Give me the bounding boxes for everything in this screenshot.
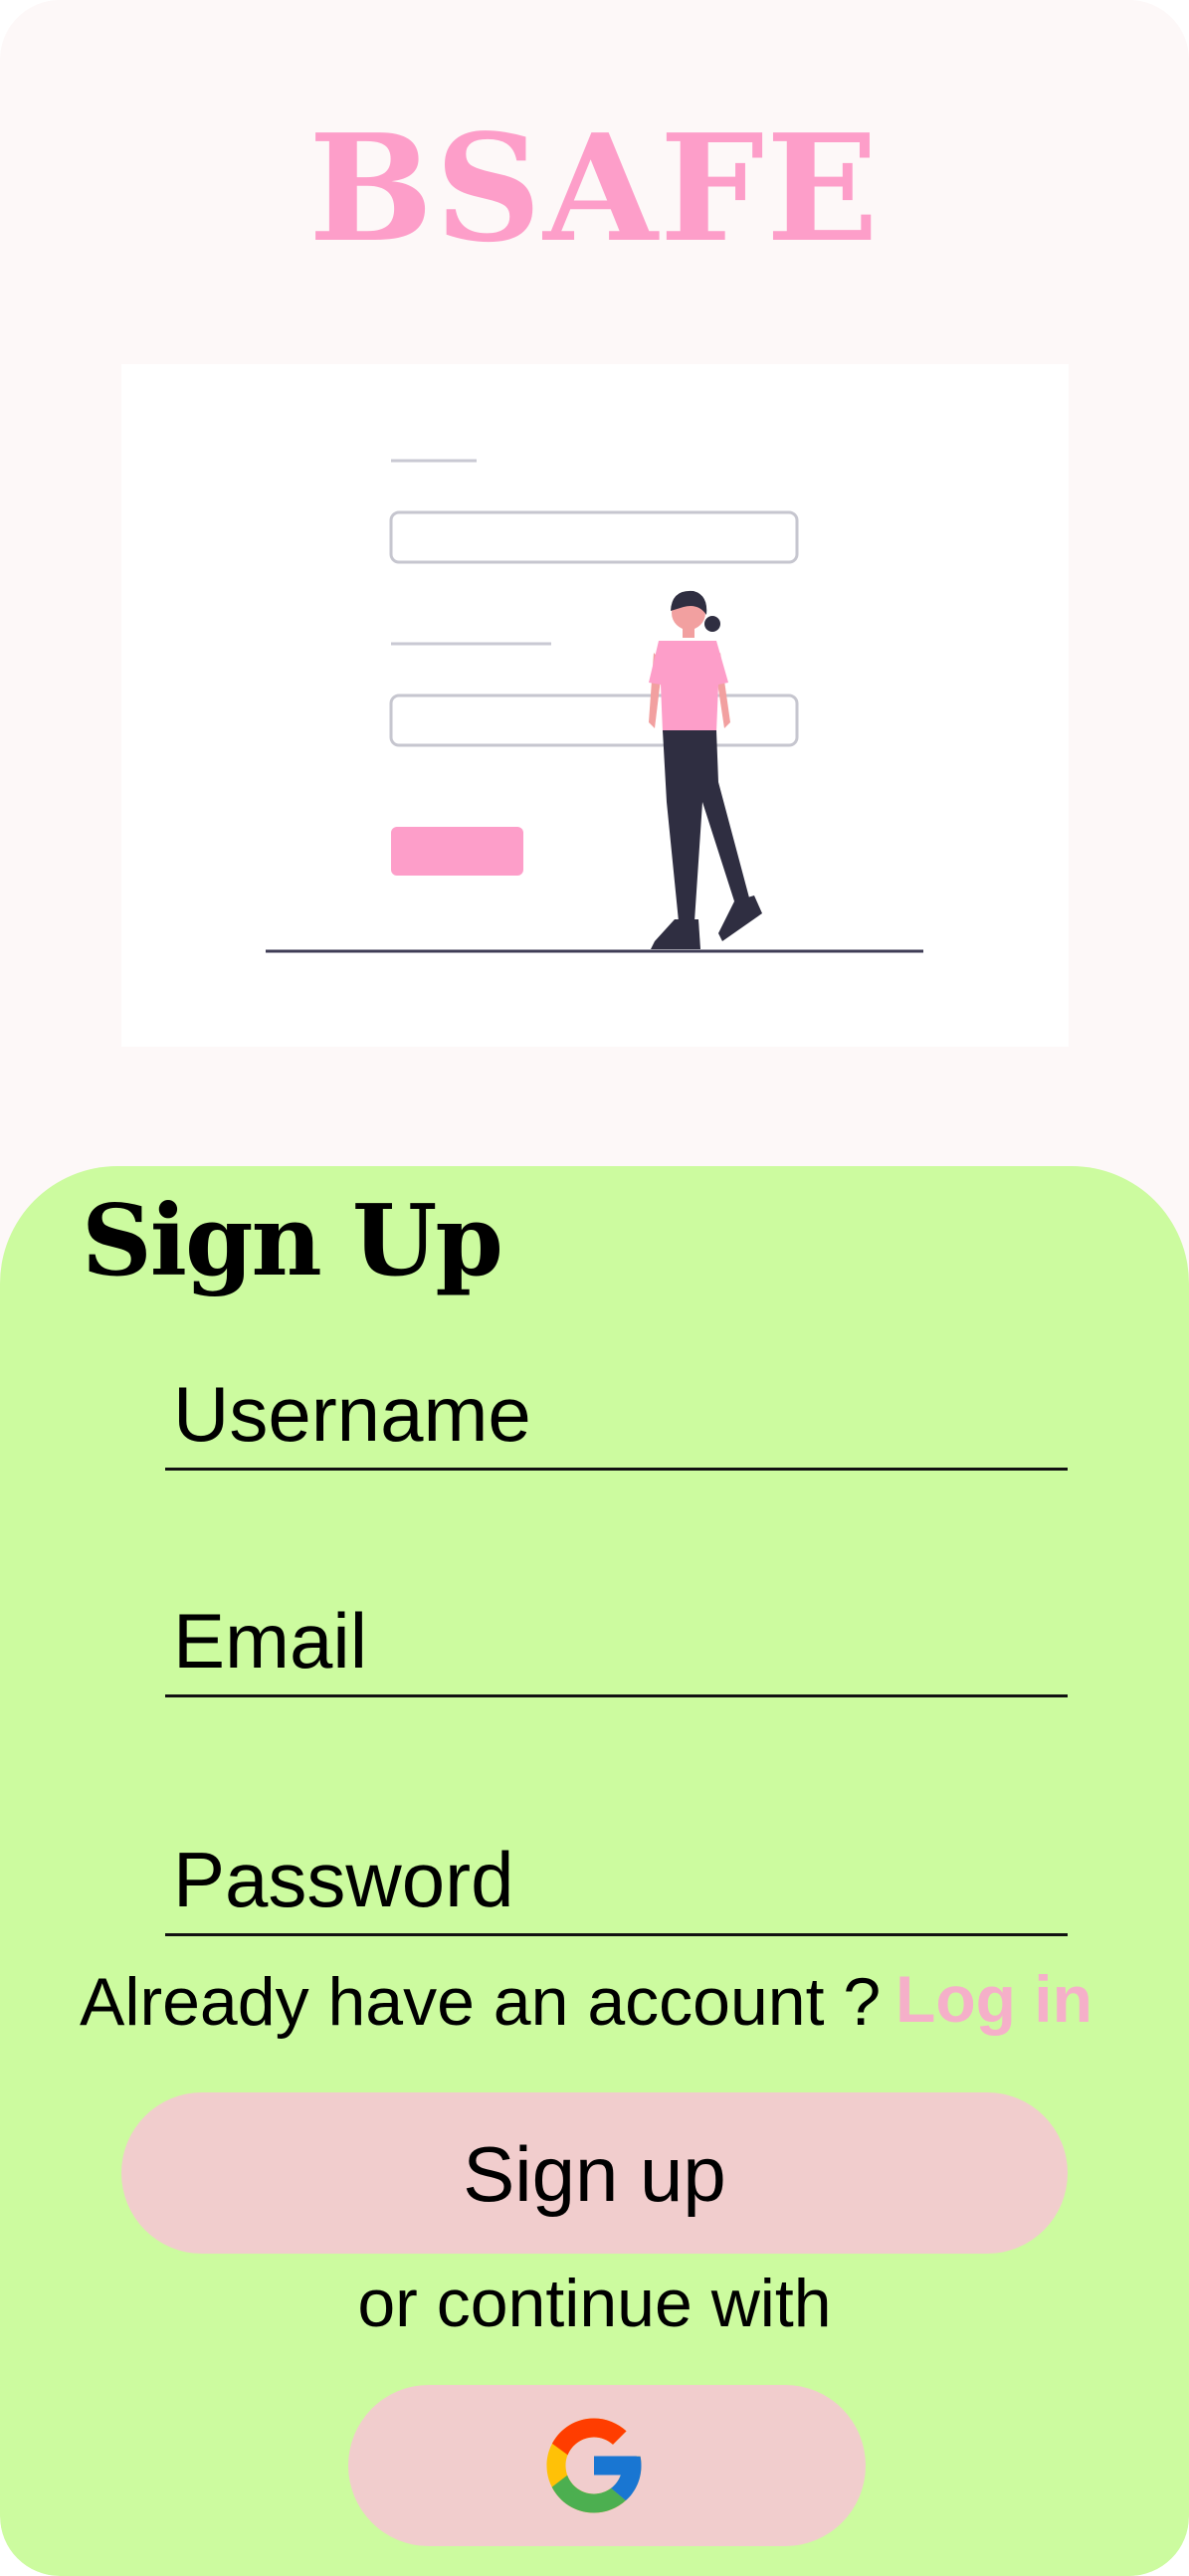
account-prompt: Already have an account ? xyxy=(80,1964,882,2040)
login-link[interactable]: Log in xyxy=(895,1960,1092,2039)
continue-with-text: or continue with xyxy=(357,2266,832,2341)
password-input[interactable] xyxy=(173,1835,1059,1925)
email-field[interactable] xyxy=(165,1595,1068,1697)
signup-button[interactable]: Sign up xyxy=(121,2092,1068,2254)
brand-logo: BSAFE xyxy=(308,101,881,275)
google-signin-button[interactable] xyxy=(348,2385,866,2546)
signup-screen: BSAFE Sign Up Username Email Already hav… xyxy=(0,0,1189,2576)
person-form-illustration xyxy=(266,459,923,953)
page-title: Sign Up xyxy=(82,1184,503,1298)
username-input[interactable] xyxy=(173,1369,1059,1460)
password-field[interactable] xyxy=(165,1834,1068,1936)
username-field[interactable] xyxy=(165,1368,1068,1471)
google-icon xyxy=(546,2418,642,2513)
email-input[interactable] xyxy=(173,1596,1059,1686)
signup-illustration xyxy=(121,364,1069,1047)
